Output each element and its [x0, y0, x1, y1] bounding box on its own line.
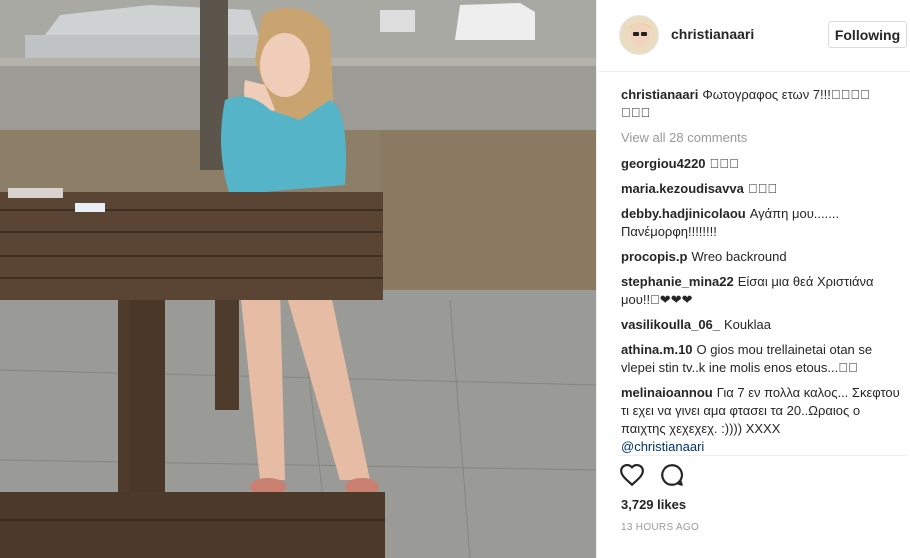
comments-section: christianaari Φωτογραφος ετων 7!!!􏿾􏿾􏿾􏿾 􏿾􏿾…	[621, 86, 901, 463]
comment: debby.hadjinicolaou Αγάπη μου....... Πανέ…	[621, 205, 901, 241]
view-all-comments-link[interactable]: View all 28 comments	[621, 129, 901, 147]
post-header: christianaari Following	[597, 0, 910, 72]
comment: procopis.p Wreo backround	[621, 248, 901, 266]
comment-text: Kouklaa	[724, 317, 771, 332]
comment: athina.m.10 O gios mou trellainetai otan …	[621, 341, 901, 377]
comment-username[interactable]: vasilikoulla_06_	[621, 317, 720, 332]
post-actions	[619, 462, 899, 490]
comment-username[interactable]: stephanie_mina22	[621, 274, 734, 289]
divider	[617, 455, 907, 456]
comment-text: 􏿾􏿾􏿾	[747, 181, 778, 196]
comment-icon[interactable]	[659, 462, 687, 490]
comment-username[interactable]: procopis.p	[621, 249, 687, 264]
avatar[interactable]	[619, 15, 659, 55]
comment: melinaioannou Για 7 εν πολλα καλος... Σκε…	[621, 384, 901, 456]
comment: vasilikoulla_06_ Kouklaa	[621, 316, 901, 334]
comment: stephanie_mina22 Είσαι μια θεά Χριστιάνα …	[621, 273, 901, 309]
likes-count[interactable]: 3,729 likes	[621, 497, 686, 512]
comment-mention[interactable]: @christianaari	[621, 439, 704, 454]
photo-illustration	[0, 0, 596, 558]
caption: christianaari Φωτογραφος ετων 7!!!􏿾􏿾􏿾􏿾 􏿾􏿾…	[621, 86, 901, 122]
comment-username[interactable]: melinaioannou	[621, 385, 713, 400]
username[interactable]: christianaari	[671, 26, 754, 42]
post-timestamp[interactable]: 13 HOURS AGO	[621, 522, 699, 533]
comment: maria.kezoudisavva 􏿾􏿾􏿾	[621, 180, 901, 198]
comment-username[interactable]: debby.hadjinicolaou	[621, 206, 746, 221]
comment-username[interactable]: georgiou4220	[621, 156, 706, 171]
comment-text: 􏿾􏿾􏿾	[709, 156, 739, 171]
post-details-panel: christianaari Following christianaari Φωτ…	[596, 0, 910, 558]
following-button[interactable]: Following	[828, 21, 907, 48]
comment: georgiou4220 􏿾􏿾􏿾	[621, 155, 901, 173]
comment-username[interactable]: maria.kezoudisavva	[621, 181, 744, 196]
comment-text: Wreo backround	[691, 249, 787, 264]
post-photo[interactable]	[0, 0, 596, 558]
comment-username[interactable]: athina.m.10	[621, 342, 693, 357]
caption-username[interactable]: christianaari	[621, 87, 698, 102]
avatar-image	[620, 16, 658, 54]
heart-icon[interactable]	[619, 462, 647, 490]
